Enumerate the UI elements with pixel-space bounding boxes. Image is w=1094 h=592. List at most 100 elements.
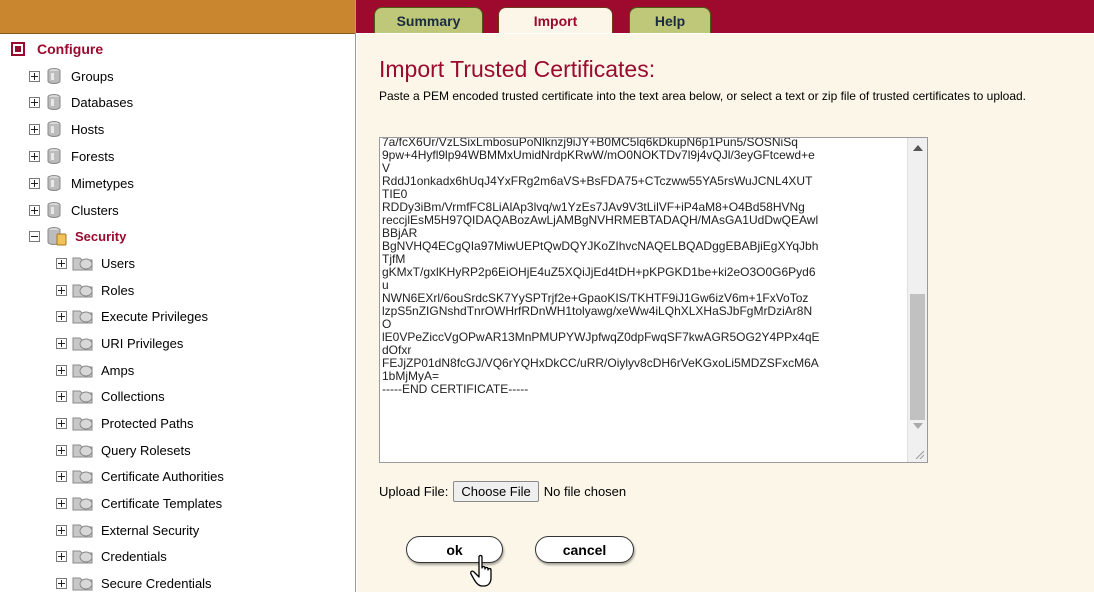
sidebar-item-clusters[interactable]: Clusters: [29, 199, 119, 221]
sidebar-item-amps[interactable]: Amps: [56, 359, 134, 381]
database-icon: [47, 121, 61, 137]
top-bar-left: [0, 0, 356, 34]
folder-icon: [72, 390, 93, 404]
sidebar: Configure Groups Databases Hosts Forests…: [0, 34, 356, 592]
database-icon: [47, 94, 61, 110]
sidebar-item-certificate-authorities[interactable]: Certificate Authorities: [56, 465, 224, 487]
folder-icon: [72, 337, 93, 351]
expand-icon[interactable]: [29, 70, 40, 82]
certificate-line: BgNVHQ4ECgQIa97MiwUEPtQwDQYJKoZIhvcNAQEL…: [382, 239, 819, 253]
expand-icon[interactable]: [29, 177, 40, 189]
sidebar-item-label: Protected Paths: [101, 415, 194, 431]
sidebar-item-certificate-templates[interactable]: Certificate Templates: [56, 492, 222, 514]
expand-icon[interactable]: [29, 204, 40, 216]
sidebar-item-label: Roles: [101, 282, 135, 298]
expand-icon[interactable]: [56, 257, 67, 269]
scroll-up-icon[interactable]: [913, 145, 923, 151]
sidebar-item-label: Certificate Templates: [101, 495, 223, 511]
sidebar-item-external-security[interactable]: External Security: [56, 519, 199, 541]
sidebar-item-query-rolesets[interactable]: Query Rolesets: [56, 439, 191, 461]
expand-icon[interactable]: [56, 390, 67, 402]
sidebar-item-label: Secure Credentials: [101, 575, 212, 591]
sidebar-item-label: External Security: [101, 522, 200, 538]
expand-icon[interactable]: [56, 524, 67, 536]
sidebar-item-label: Certificate Authorities: [101, 468, 224, 484]
expand-icon[interactable]: [29, 123, 40, 135]
folder-icon: [72, 470, 93, 484]
sidebar-root-label: Configure: [37, 41, 104, 57]
expand-icon[interactable]: [29, 96, 40, 108]
sidebar-item-databases[interactable]: Databases: [29, 91, 133, 113]
main-content: Import Trusted Certificates: Paste a PEM…: [357, 34, 1094, 592]
sidebar-item-uri-privileges[interactable]: URI Privileges: [56, 332, 183, 354]
sidebar-item-execute-privileges[interactable]: Execute Privileges: [56, 305, 208, 327]
sidebar-item-label: URI Privileges: [101, 335, 184, 351]
sidebar-item-secure-credentials[interactable]: Secure Credentials: [56, 572, 212, 592]
upload-label: Upload File:: [379, 483, 449, 499]
sidebar-item-mimetypes[interactable]: Mimetypes: [29, 172, 134, 194]
tab-summary[interactable]: Summary: [374, 7, 483, 33]
certificate-line: RddJ1onkadx6hUqJ4YxFRg2m6aVS+BsFDA75+CTc…: [382, 174, 813, 188]
database-icon: [47, 175, 61, 191]
certificate-textarea[interactable]: 7a/fcX6Ur/VzLSixLmbosuPoNlknzj9iJY+B0MC5…: [379, 137, 928, 463]
sidebar-item-credentials[interactable]: Credentials: [56, 545, 167, 567]
expand-icon[interactable]: [56, 364, 67, 376]
certificate-text: 7a/fcX6Ur/VzLSixLmbosuPoNlknzj9iJY+B0MC5…: [380, 138, 907, 396]
configure-icon: [11, 42, 25, 56]
expand-icon[interactable]: [56, 284, 67, 296]
sidebar-item-collections[interactable]: Collections: [56, 385, 165, 407]
expand-icon[interactable]: [56, 417, 67, 429]
textarea-scrollbar[interactable]: [907, 138, 927, 462]
certificate-line: FEJjZP01dN8fcGJ/VQ6rYQHxDkCC/uRR/Oiylyv8…: [382, 356, 819, 370]
expand-icon[interactable]: [56, 577, 67, 589]
sidebar-item-security[interactable]: Security: [29, 225, 126, 247]
upload-row: Upload File: Choose File No file chosen: [379, 480, 626, 502]
sidebar-item-label: Forests: [71, 148, 115, 164]
expand-icon[interactable]: [56, 550, 67, 562]
expand-icon[interactable]: [56, 310, 67, 322]
certificate-line: lE0VPeZiccVgOPwAR13MnPMUPYWJpfwqZ0dpFwqS…: [382, 330, 820, 344]
sidebar-item-users[interactable]: Users: [56, 252, 135, 274]
certificate-line: gKMxT/gxlKHyRP2p6EiOHjE4uZ5XQiJjEd4tDH+p…: [382, 265, 816, 279]
expand-icon[interactable]: [56, 444, 67, 456]
sidebar-item-protected-paths[interactable]: Protected Paths: [56, 412, 194, 434]
scroll-down-icon[interactable]: [913, 423, 923, 429]
sidebar-root-configure[interactable]: Configure: [11, 38, 103, 60]
folder-icon: [72, 284, 93, 298]
sidebar-item-label: Collections: [101, 388, 165, 404]
resize-grip-icon[interactable]: [914, 449, 924, 459]
collapse-icon[interactable]: [29, 230, 40, 242]
folder-icon: [72, 310, 93, 324]
sidebar-item-label: Users: [101, 255, 135, 271]
folder-icon: [72, 524, 93, 538]
no-file-text: No file chosen: [543, 483, 627, 499]
sidebar-item-label: Query Rolesets: [101, 442, 191, 458]
expand-icon[interactable]: [56, 337, 67, 349]
cancel-button[interactable]: cancel: [535, 536, 634, 563]
folder-icon: [72, 364, 93, 378]
sidebar-item-label: Execute Privileges: [101, 308, 208, 324]
folder-icon: [72, 577, 93, 591]
certificate-line: 9pw+4Hyfl9lp94WBMMxUmidNrdpKRwW/mO0NOKTD…: [382, 148, 815, 162]
tab-help[interactable]: Help: [629, 7, 711, 33]
page-title: Import Trusted Certificates:: [379, 56, 656, 82]
expand-icon[interactable]: [29, 150, 40, 162]
certificate-line: reccjlEsM5H97QIDAQABozAwLjAMBgNVHRMEBTAD…: [382, 213, 819, 227]
hand-cursor-icon: [470, 554, 492, 587]
sidebar-item-label: Hosts: [71, 121, 105, 137]
folder-icon: [72, 444, 93, 458]
folder-icon: [72, 497, 93, 511]
folder-icon: [72, 550, 93, 564]
sidebar-item-hosts[interactable]: Hosts: [29, 118, 104, 140]
database-icon: [47, 202, 61, 218]
security-database-icon: [47, 227, 67, 246]
sidebar-item-forests[interactable]: Forests: [29, 145, 114, 167]
tab-import[interactable]: Import: [498, 7, 613, 33]
sidebar-item-groups[interactable]: Groups: [29, 65, 114, 87]
expand-icon[interactable]: [56, 497, 67, 509]
choose-file-button[interactable]: Choose File: [453, 480, 539, 502]
expand-icon[interactable]: [56, 470, 67, 482]
sidebar-item-roles[interactable]: Roles: [56, 279, 134, 301]
folder-icon: [72, 257, 93, 271]
scroll-thumb[interactable]: [910, 294, 925, 420]
